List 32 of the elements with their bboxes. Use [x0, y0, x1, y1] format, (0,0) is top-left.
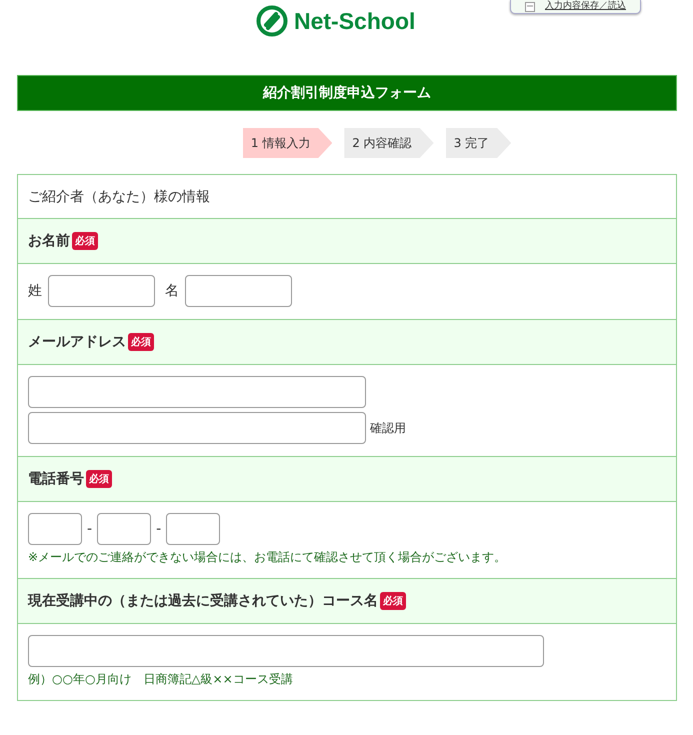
name-part-label: 姓 — [28, 282, 42, 300]
input-field[interactable] — [48, 275, 155, 307]
required-badge: 必須 — [128, 333, 154, 351]
field-label: お名前 — [28, 232, 70, 250]
required-badge: 必須 — [86, 470, 112, 488]
step-indicator: 1 情報入力 — [242, 128, 332, 158]
required-badge: 必須 — [72, 232, 98, 250]
input-field[interactable] — [28, 376, 366, 408]
field-label: 現在受講中の（または過去に受講されていた）コース名 — [28, 592, 378, 610]
input-field[interactable] — [28, 412, 366, 444]
required-badge: 必須 — [380, 592, 406, 610]
separator: - — [156, 521, 162, 537]
example-text: 例）○○年○月向け 日商簿記△級××コース受講 — [28, 671, 294, 688]
input-field[interactable] — [28, 635, 544, 667]
note-text: ※メールでのご連絡ができない場合には、お電話にて確認させて頂く場合がございます。 — [28, 549, 508, 566]
save-load-button[interactable]: 入力内容保存／読込 — [510, 0, 641, 14]
input-field[interactable] — [97, 513, 152, 545]
section-heading: ご紹介者（あなた）様の情報 — [28, 188, 210, 206]
name-part-label: 名 — [165, 282, 179, 300]
step-indicator: 2 内容確認 — [344, 128, 434, 158]
input-field[interactable] — [166, 513, 220, 545]
step-indicator: 3 完了 — [446, 128, 512, 158]
input-field[interactable] — [185, 275, 292, 307]
field-label: 電話番号 — [28, 470, 84, 488]
field-label: メールアドレス — [28, 333, 126, 351]
document-icon — [525, 2, 535, 12]
input-field[interactable] — [28, 513, 82, 545]
confirm-label: 確認用 — [370, 420, 406, 436]
logo-icon — [256, 5, 288, 37]
form-title-bar: 紹介割引制度申込フォーム — [17, 75, 677, 111]
logo-text: Net-School — [294, 8, 416, 34]
separator: - — [87, 521, 92, 537]
